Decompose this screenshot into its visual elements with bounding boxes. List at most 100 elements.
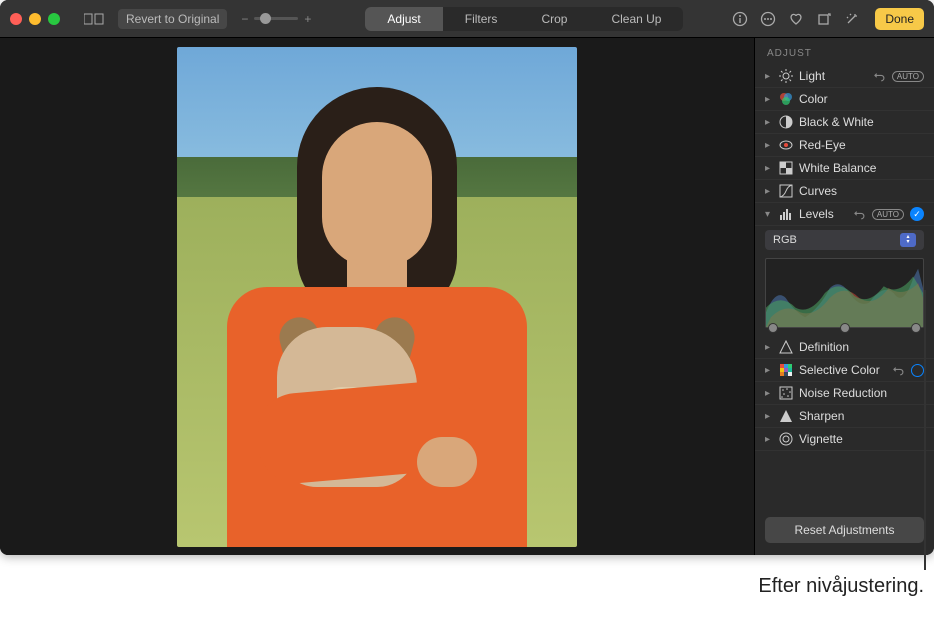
- photos-editor-window: Revert to Original − + Adjust Filters Cr…: [0, 0, 934, 555]
- adj-light[interactable]: ▸ Light AUTO: [755, 65, 934, 88]
- adj-sharpen[interactable]: ▸ Sharpen: [755, 405, 934, 428]
- chevron-right-icon: ▸: [765, 342, 773, 353]
- chevron-right-icon: ▸: [765, 186, 773, 197]
- revert-button[interactable]: Revert to Original: [118, 9, 227, 29]
- chevron-right-icon: ▸: [765, 411, 773, 422]
- close-window-button[interactable]: [10, 13, 22, 25]
- chevron-right-icon: ▸: [765, 140, 773, 151]
- favorite-button[interactable]: [785, 8, 807, 30]
- adj-label: Curves: [799, 184, 924, 198]
- toolbar: Revert to Original − + Adjust Filters Cr…: [0, 0, 934, 38]
- split-view-icon: [84, 13, 104, 25]
- adj-label: Levels: [799, 207, 848, 221]
- tab-adjust[interactable]: Adjust: [365, 7, 442, 31]
- levels-icon: [779, 207, 793, 221]
- chevron-right-icon: ▸: [765, 71, 773, 82]
- definition-icon: [779, 340, 793, 354]
- bw-icon: [779, 115, 793, 129]
- undo-icon[interactable]: [893, 364, 905, 376]
- enabled-ring-icon[interactable]: [911, 364, 924, 377]
- more-button[interactable]: [757, 8, 779, 30]
- levels-histogram[interactable]: [765, 258, 924, 328]
- caption-text: Efter nivåjustering.: [758, 575, 924, 598]
- adj-noise[interactable]: ▸ Noise Reduction: [755, 382, 934, 405]
- callout-line: [924, 290, 926, 570]
- levels-channel-select[interactable]: RGB ▴▾: [765, 230, 924, 250]
- chevron-down-icon: ▾: [765, 209, 773, 220]
- zoom-in-icon: +: [304, 12, 311, 26]
- adj-label: Sharpen: [799, 409, 924, 423]
- photo-preview[interactable]: [177, 47, 577, 547]
- levels-handles: [766, 323, 923, 333]
- ellipsis-icon: [760, 11, 776, 27]
- adj-label: Noise Reduction: [799, 386, 924, 400]
- chevron-right-icon: ▸: [765, 117, 773, 128]
- done-button[interactable]: Done: [875, 8, 924, 30]
- zoom-window-button[interactable]: [48, 13, 60, 25]
- auto-button[interactable]: AUTO: [892, 71, 924, 82]
- info-button[interactable]: [729, 8, 751, 30]
- selective-color-icon: [779, 363, 793, 377]
- chevron-right-icon: ▸: [765, 365, 773, 376]
- image-viewer: [0, 38, 754, 555]
- adj-whitebalance[interactable]: ▸ White Balance: [755, 157, 934, 180]
- select-arrows-icon: ▴▾: [900, 233, 916, 247]
- adj-redeye[interactable]: ▸ Red-Eye: [755, 134, 934, 157]
- levels-white-handle[interactable]: [911, 323, 921, 333]
- noise-icon: [779, 386, 793, 400]
- editor-main: ADJUST ▸ Light AUTO ▸ Color ▸ Black & Wh…: [0, 38, 934, 555]
- adj-label: White Balance: [799, 161, 924, 175]
- adj-label: Color: [799, 92, 924, 106]
- tab-crop[interactable]: Crop: [519, 7, 589, 31]
- adj-label: Black & White: [799, 115, 924, 129]
- redeye-icon: [779, 138, 793, 152]
- adj-label: Red-Eye: [799, 138, 924, 152]
- view-mode-toggle[interactable]: [76, 10, 112, 28]
- adj-label: Selective Color: [799, 363, 887, 377]
- tab-filters[interactable]: Filters: [443, 7, 520, 31]
- levels-mid-handle[interactable]: [840, 323, 850, 333]
- adj-color[interactable]: ▸ Color: [755, 88, 934, 111]
- vignette-icon: [779, 432, 793, 446]
- adj-label: Light: [799, 69, 868, 83]
- enabled-check-icon[interactable]: ✓: [910, 207, 924, 221]
- heart-icon: [788, 11, 804, 27]
- adj-label: Definition: [799, 340, 924, 354]
- auto-button[interactable]: AUTO: [872, 209, 904, 220]
- rotate-icon: [816, 11, 832, 27]
- chevron-right-icon: ▸: [765, 434, 773, 445]
- chevron-right-icon: ▸: [765, 163, 773, 174]
- adj-curves[interactable]: ▸ Curves: [755, 180, 934, 203]
- tab-cleanup[interactable]: Clean Up: [589, 7, 683, 31]
- undo-icon[interactable]: [854, 208, 866, 220]
- window-controls: [10, 13, 60, 25]
- levels-channel-label: RGB: [773, 234, 797, 246]
- sharpen-icon: [779, 409, 793, 423]
- rotate-button[interactable]: [813, 8, 835, 30]
- undo-icon[interactable]: [874, 70, 886, 82]
- levels-black-handle[interactable]: [768, 323, 778, 333]
- zoom-knob[interactable]: [260, 13, 271, 24]
- adj-vignette[interactable]: ▸ Vignette: [755, 428, 934, 451]
- light-icon: [779, 69, 793, 83]
- reset-adjustments-button[interactable]: Reset Adjustments: [765, 517, 924, 543]
- chevron-right-icon: ▸: [765, 94, 773, 105]
- adj-bw[interactable]: ▸ Black & White: [755, 111, 934, 134]
- zoom-track[interactable]: [254, 17, 298, 20]
- adj-definition[interactable]: ▸ Definition: [755, 336, 934, 359]
- enhance-button[interactable]: [841, 8, 863, 30]
- editor-tabs: Adjust Filters Crop Clean Up: [365, 7, 683, 31]
- chevron-right-icon: ▸: [765, 388, 773, 399]
- adj-selective-color[interactable]: ▸ Selective Color: [755, 359, 934, 382]
- info-icon: [732, 11, 748, 27]
- wb-icon: [779, 161, 793, 175]
- minimize-window-button[interactable]: [29, 13, 41, 25]
- adj-label: Vignette: [799, 432, 924, 446]
- color-icon: [779, 92, 793, 106]
- zoom-slider[interactable]: − +: [241, 12, 311, 26]
- panel-title: ADJUST: [755, 38, 934, 65]
- magic-wand-icon: [844, 11, 860, 27]
- curves-icon: [779, 184, 793, 198]
- zoom-out-icon: −: [241, 12, 248, 26]
- adj-levels[interactable]: ▾ Levels AUTO ✓: [755, 203, 934, 226]
